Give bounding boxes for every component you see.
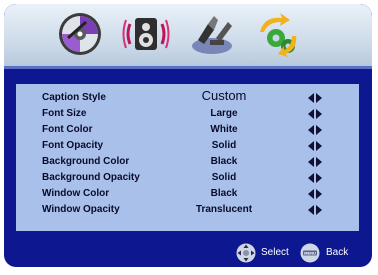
- setting-label: Font Opacity: [42, 140, 104, 151]
- setting-label: Window Color: [42, 188, 110, 199]
- select-hint-label: Select: [261, 247, 289, 258]
- speaker-icon[interactable]: [122, 10, 170, 58]
- left-right-arrows-icon[interactable]: [308, 109, 322, 119]
- left-right-arrows-icon[interactable]: [308, 173, 322, 183]
- setting-row-caption-style[interactable]: Caption Style Custom: [16, 88, 359, 105]
- dpad-select-icon[interactable]: [236, 243, 256, 263]
- left-right-arrows-icon[interactable]: [308, 125, 322, 135]
- setting-label: Background Opacity: [42, 172, 140, 183]
- setting-value: Translucent: [195, 204, 253, 215]
- setting-row-background-color[interactable]: Background Color Black: [16, 155, 359, 169]
- menu-button-icon[interactable]: MENU: [300, 243, 320, 263]
- setting-label: Background Color: [42, 156, 130, 167]
- setting-row-font-color[interactable]: Font Color White: [16, 123, 359, 137]
- left-right-arrows-icon[interactable]: [308, 141, 322, 151]
- setting-label: Window Opacity: [42, 204, 120, 215]
- setting-row-window-opacity[interactable]: Window Opacity Translucent: [16, 203, 359, 217]
- left-right-arrows-icon[interactable]: [308, 93, 322, 103]
- setting-value: Custom: [201, 88, 247, 103]
- left-right-arrows-icon[interactable]: [308, 157, 322, 167]
- setting-value: White: [210, 124, 238, 135]
- settings-gears-icon[interactable]: [254, 10, 302, 58]
- setting-row-window-color[interactable]: Window Color Black: [16, 187, 359, 201]
- setting-value: Solid: [211, 140, 237, 151]
- tv-menu-screen: Caption Style Custom Font Size Large Fon…: [4, 4, 372, 267]
- menu-icon-bar: [4, 4, 372, 66]
- setting-value: Black: [210, 156, 238, 167]
- header-divider: [4, 66, 372, 69]
- setting-label: Caption Style: [42, 92, 106, 103]
- setting-row-background-opacity[interactable]: Background Opacity Solid: [16, 171, 359, 185]
- setting-label: Font Size: [42, 108, 87, 119]
- setting-value: Black: [210, 188, 238, 199]
- setting-label: Font Color: [42, 124, 93, 135]
- setting-value: Large: [210, 108, 238, 119]
- menu-button-text: MENU: [304, 251, 316, 256]
- disc-icon[interactable]: [56, 10, 104, 58]
- caption-settings-panel: Caption Style Custom Font Size Large Fon…: [16, 84, 359, 231]
- left-right-arrows-icon[interactable]: [308, 205, 322, 215]
- tools-icon[interactable]: [188, 10, 236, 58]
- footer-hints: Select MENU Back: [4, 240, 372, 267]
- setting-row-font-opacity[interactable]: Font Opacity Solid: [16, 139, 359, 153]
- left-right-arrows-icon[interactable]: [308, 189, 322, 199]
- setting-value: Solid: [211, 172, 237, 183]
- back-hint-label: Back: [326, 247, 349, 258]
- setting-row-font-size[interactable]: Font Size Large: [16, 107, 359, 121]
